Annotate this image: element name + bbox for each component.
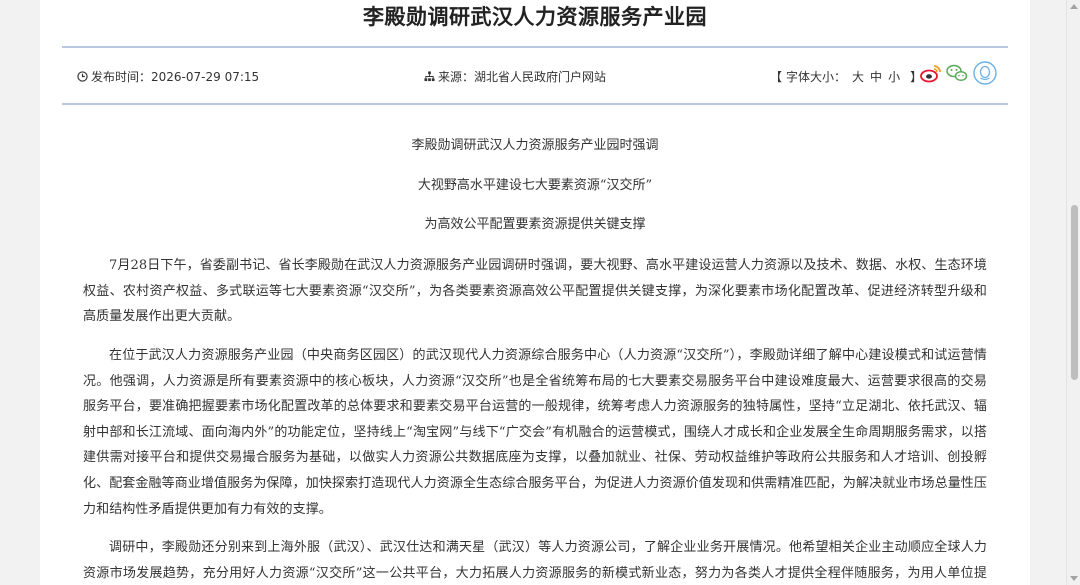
- source-label: 来源：: [438, 70, 475, 84]
- share-weibo-button[interactable]: [920, 62, 942, 88]
- clock-icon: [77, 65, 88, 91]
- font-size-large[interactable]: 大: [852, 70, 864, 84]
- scroll-up-arrow-icon[interactable]: [1070, 4, 1078, 9]
- font-size-small[interactable]: 小: [888, 70, 900, 84]
- vertical-scrollbar[interactable]: [1066, 0, 1080, 585]
- wechat-icon: [946, 63, 968, 87]
- share-qzone-button[interactable]: [973, 61, 997, 89]
- share-wechat-button[interactable]: [946, 62, 968, 88]
- font-size-label: 字体大小：: [786, 70, 847, 84]
- article-subtitle: 为高效公平配置要素资源提供关键支撑: [424, 217, 646, 232]
- font-size-control: 【字体大小：大中小】: [766, 64, 926, 90]
- scroll-down-arrow-icon[interactable]: [1070, 576, 1078, 581]
- qzone-icon: [973, 61, 997, 89]
- article-paragraph: 7月28日下午，省委副书记、省长李殿勋在武汉人力资源服务产业园调研时强调，要大视…: [83, 258, 987, 325]
- sitemap-icon: [424, 65, 435, 91]
- publish-time-label: 发布时间：: [91, 70, 152, 84]
- divider-bottom: [62, 103, 1008, 105]
- divider-top: [62, 46, 1008, 48]
- scrollbar-thumb[interactable]: [1071, 205, 1078, 380]
- weibo-icon: [920, 63, 942, 87]
- font-size-medium[interactable]: 中: [870, 70, 882, 84]
- article-source: 来源：湖北省人民政府门户网站: [424, 64, 606, 90]
- source-value: 湖北省人民政府门户网站: [474, 70, 607, 84]
- article-subtitle: 李殿勋调研武汉人力资源服务产业园时强调: [411, 138, 659, 153]
- article-subtitle: 大视野高水平建设七大要素资源“汉交所”: [417, 178, 653, 193]
- publish-time: 发布时间：2026-07-29 07:15: [77, 64, 259, 90]
- article-paragraph: 调研中，李殿勋还分别来到上海外服（武汉）、武汉仕达和满天星（武汉）等人力资源公司…: [83, 540, 987, 581]
- publish-time-value: 2026-07-29 07:15: [151, 70, 260, 84]
- article-paragraph: 在位于武汉人力资源服务产业园（中央商务区园区）的武汉现代人力资源综合服务中心（人…: [83, 348, 987, 517]
- page-title: 李殿勋调研武汉人力资源服务产业园: [363, 5, 707, 29]
- bracket-open: 【: [770, 70, 783, 84]
- article-page: 李殿勋调研武汉人力资源服务产业园 发布时间：2026-07-29 07:15 来…: [40, 0, 1030, 585]
